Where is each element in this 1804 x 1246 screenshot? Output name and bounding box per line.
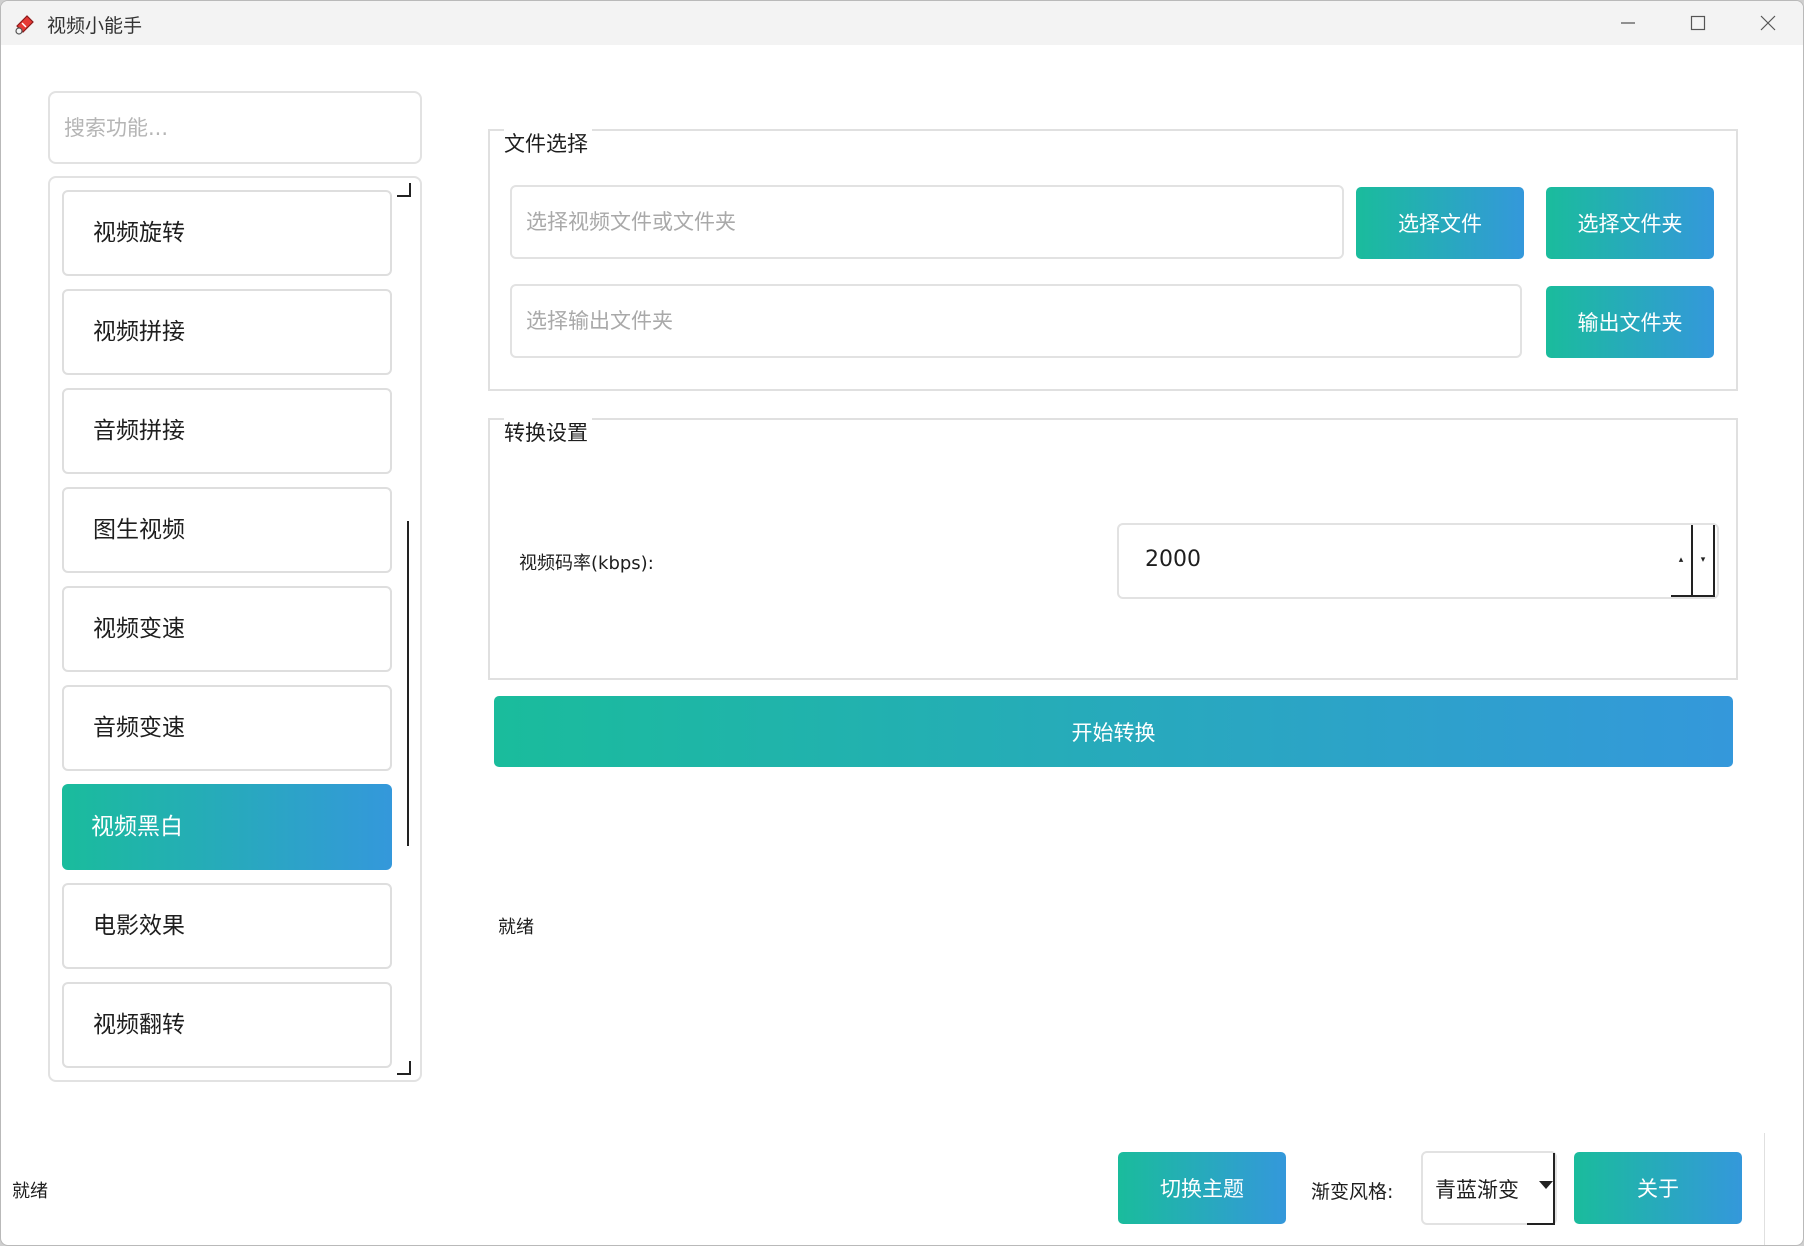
scrollbar-thumb[interactable]	[407, 521, 409, 846]
convert-settings-title: 转换设置	[504, 418, 592, 448]
minimize-icon	[1621, 22, 1635, 24]
dropdown-arrow-icon	[1539, 1181, 1553, 1189]
list-item-audio-concat[interactable]: 音频拼接	[62, 388, 392, 474]
list-item-label: 视频拼接	[93, 319, 185, 345]
file-select-title: 文件选择	[504, 129, 592, 159]
output-folder-button[interactable]: 输出文件夹	[1546, 286, 1714, 358]
gradient-style-value: 青蓝渐变	[1435, 1178, 1519, 1202]
about-button[interactable]: 关于	[1574, 1152, 1742, 1224]
combo-border-bottom	[1527, 1223, 1555, 1225]
combo-border-edge	[1553, 1153, 1555, 1225]
close-icon	[1760, 15, 1776, 31]
list-item-audio-speed[interactable]: 音频变速	[62, 685, 392, 771]
list-item-video-flip[interactable]: 视频翻转	[62, 982, 392, 1068]
scrollbar-down-arrow[interactable]	[397, 1061, 411, 1075]
chevron-up-icon: ▴	[1678, 555, 1684, 565]
video-file-input[interactable]	[510, 185, 1344, 259]
list-item-film-effect[interactable]: 电影效果	[62, 883, 392, 969]
bitrate-label: 视频码率(kbps):	[519, 553, 654, 574]
bitrate-value: 2000	[1145, 547, 1201, 572]
switch-theme-button[interactable]: 切换主题	[1118, 1152, 1286, 1224]
minimize-button[interactable]	[1593, 1, 1663, 45]
maximize-icon	[1690, 15, 1706, 31]
start-convert-button[interactable]: 开始转换	[494, 696, 1733, 767]
list-item-label: 视频旋转	[93, 220, 185, 246]
spin-up-button[interactable]: ▴	[1671, 525, 1693, 597]
gradient-style-label: 渐变风格:	[1311, 1181, 1394, 1203]
list-item-label: 视频翻转	[93, 1012, 185, 1038]
list-item-label: 图生视频	[93, 517, 185, 543]
footer-divider	[1764, 1133, 1765, 1245]
gradient-style-select[interactable]: 青蓝渐变	[1421, 1151, 1557, 1225]
list-item-label: 音频变速	[93, 715, 185, 741]
file-select-group: 文件选择 选择文件 选择文件夹 输出文件夹	[488, 129, 1738, 391]
list-item-label: 电影效果	[93, 913, 185, 939]
app-logo-icon	[15, 15, 34, 35]
panel-status-label: 就绪	[498, 917, 534, 938]
list-item-image-to-video[interactable]: 图生视频	[62, 487, 392, 573]
select-file-button[interactable]: 选择文件	[1356, 187, 1524, 259]
title-bar: 视频小能手	[1, 1, 1803, 45]
list-item-label: 视频变速	[93, 616, 185, 642]
list-item-label: 音频拼接	[93, 418, 185, 444]
list-item-video-rotate[interactable]: 视频旋转	[62, 190, 392, 276]
app-window: 视频小能手 视频旋转 视频拼接 音频拼接 图生视频 视频变速 音频变速 视频黑白…	[0, 0, 1804, 1246]
chevron-down-icon: ▾	[1700, 555, 1706, 565]
spin-down-button[interactable]: ▾	[1693, 525, 1715, 597]
list-item-video-speed[interactable]: 视频变速	[62, 586, 392, 672]
window-title: 视频小能手	[47, 15, 143, 37]
search-input[interactable]	[48, 91, 422, 164]
maximize-button[interactable]	[1663, 1, 1733, 45]
bitrate-spinbox[interactable]: 2000 ▴ ▾	[1117, 523, 1719, 599]
function-list[interactable]: 视频旋转 视频拼接 音频拼接 图生视频 视频变速 音频变速 视频黑白 电影效果 …	[48, 176, 422, 1082]
select-folder-button[interactable]: 选择文件夹	[1546, 187, 1714, 259]
list-item-video-grayscale[interactable]: 视频黑白	[62, 784, 392, 870]
scrollbar-up-arrow[interactable]	[397, 183, 411, 197]
list-item-label: 视频黑白	[91, 814, 183, 840]
close-button[interactable]	[1733, 1, 1803, 45]
footer-status-label: 就绪	[12, 1181, 48, 1202]
output-folder-input[interactable]	[510, 284, 1522, 358]
list-item-video-concat[interactable]: 视频拼接	[62, 289, 392, 375]
